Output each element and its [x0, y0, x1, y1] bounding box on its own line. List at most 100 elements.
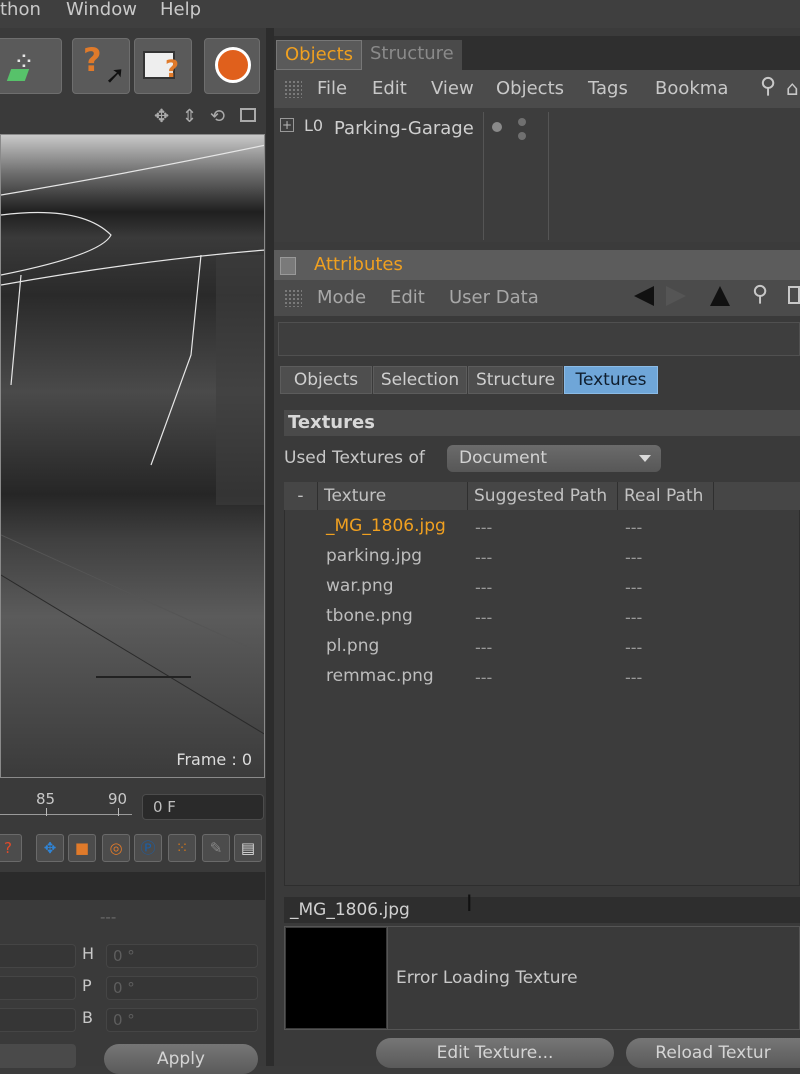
objects-menu-bar: File Edit View Objects Tags Bookma ⚲ ⌂ [274, 70, 800, 109]
frame-label: Frame : 0 [176, 750, 252, 769]
menu-edit[interactable]: Edit [390, 287, 425, 308]
menu-user-data[interactable]: User Data [449, 287, 539, 308]
coord-row-p: P 0 ° [0, 976, 265, 1002]
maximize-view-icon[interactable] [240, 108, 256, 122]
table-help-button[interactable]: ? [134, 38, 192, 94]
help-pointer-button[interactable]: ? ➚ [72, 38, 130, 94]
stop-icon[interactable]: ? [0, 834, 22, 862]
edit-texture-button[interactable]: Edit Texture... [376, 1038, 614, 1068]
coord-label: P [82, 976, 92, 995]
attributes-title: Attributes [314, 254, 403, 275]
brush-tool-icon[interactable]: ✎ [202, 834, 230, 862]
attributes-header: Attributes [274, 250, 800, 280]
selected-texture-field[interactable]: _MG_1806.jpg [284, 897, 800, 923]
rotate-tool-icon[interactable]: ◎ [102, 834, 130, 862]
texture-preview-image [286, 928, 386, 1028]
texture-name: parking.jpg [326, 546, 423, 566]
layer-null-icon: L0 [304, 116, 324, 135]
tab-structure[interactable]: Structure [362, 40, 462, 70]
column-collapse[interactable]: - [284, 482, 318, 510]
b-field[interactable]: 0 ° [106, 1008, 258, 1032]
attributes-menu-bar: Mode Edit User Data ⚲ [274, 280, 800, 317]
menu-bookmarks[interactable]: Bookma [655, 78, 728, 99]
cursor-icon: ➚ [105, 61, 126, 89]
forward-arrow-icon[interactable] [666, 286, 686, 306]
coord-field[interactable] [0, 1008, 76, 1032]
coord-field[interactable] [0, 944, 76, 968]
coord-row-b: B 0 ° [0, 1008, 265, 1034]
preview-divider [387, 926, 388, 1030]
object-list[interactable]: + L0 Parking-Garage [274, 108, 800, 242]
menu-view[interactable]: View [431, 78, 474, 99]
p-field[interactable]: 0 ° [106, 976, 258, 1000]
menu-help[interactable]: Help [160, 0, 201, 24]
texture-name: war.png [326, 576, 394, 596]
segment-objects[interactable]: Objects [280, 366, 372, 394]
grip-icon [284, 80, 302, 98]
editor-visibility-icon[interactable] [518, 118, 526, 126]
real-path: --- [625, 608, 643, 627]
suggested-path: --- [475, 548, 493, 567]
scale-tool-icon[interactable]: ■ [68, 834, 96, 862]
real-path: --- [625, 578, 643, 597]
back-arrow-icon[interactable] [634, 286, 654, 306]
param-tool-icon[interactable]: Ⓟ [134, 834, 162, 862]
expand-icon[interactable]: + [280, 118, 294, 132]
rotate-view-icon[interactable]: ⟲ [210, 106, 225, 127]
search-icon[interactable]: ⚲ [752, 282, 768, 307]
dropdown-value: Document [459, 448, 548, 468]
points-tool-icon[interactable]: ⁙ [168, 834, 196, 862]
menu-tags[interactable]: Tags [588, 78, 628, 99]
current-frame-field[interactable]: 0 F [142, 794, 264, 820]
menu-objects[interactable]: Objects [496, 78, 564, 99]
apply-button[interactable]: Apply [104, 1044, 258, 1074]
lock-icon[interactable] [788, 286, 800, 304]
browser-button[interactable] [204, 38, 260, 94]
segment-structure[interactable]: Structure [468, 366, 563, 394]
panel-divider[interactable] [266, 28, 274, 1066]
panel-lock-icon[interactable] [280, 257, 296, 275]
ruler-tick [118, 808, 119, 816]
visibility-dot-icon[interactable] [492, 122, 502, 132]
move-view-icon[interactable]: ✥ [154, 106, 169, 127]
search-icon[interactable]: ⚲ [760, 74, 776, 99]
menu-edit[interactable]: Edit [372, 78, 407, 99]
timeline-ruler[interactable]: 85 90 [0, 782, 140, 828]
segment-selection[interactable]: Selection [373, 366, 467, 394]
texture-name: tbone.png [326, 606, 413, 626]
globe-icon [215, 47, 251, 83]
column-suggested-path[interactable]: Suggested Path [468, 482, 618, 510]
render-visibility-icon[interactable] [518, 132, 526, 140]
coord-mode-select[interactable] [0, 1044, 76, 1068]
menu-file[interactable]: File [317, 78, 347, 99]
tab-objects[interactable]: Objects [276, 40, 363, 70]
coord-field[interactable] [0, 976, 76, 1000]
preview-error-message: Error Loading Texture [396, 968, 578, 988]
column-divider [483, 112, 484, 240]
3d-viewport[interactable]: Frame : 0 [0, 134, 265, 778]
up-arrow-icon[interactable] [710, 286, 730, 306]
spray-tool-button[interactable]: ⁘ [0, 38, 62, 94]
used-textures-dropdown[interactable]: Document [447, 445, 661, 472]
home-icon[interactable]: ⌂ [786, 76, 799, 100]
h-field[interactable]: 0 ° [106, 944, 258, 968]
real-path: --- [625, 518, 643, 537]
chevron-down-icon [639, 455, 651, 462]
texture-name: _MG_1806.jpg [326, 516, 446, 536]
suggested-path: --- [475, 668, 493, 687]
segment-textures[interactable]: Textures [564, 366, 658, 394]
question-icon: ? [83, 41, 102, 79]
menu-mode[interactable]: Mode [317, 287, 366, 308]
viewport-render [1, 144, 264, 735]
grip-icon [284, 289, 302, 307]
column-real-path[interactable]: Real Path [618, 482, 714, 510]
menu-window[interactable]: Window [66, 0, 137, 24]
object-name-parking-garage[interactable]: Parking-Garage [334, 118, 474, 139]
move-tool-icon[interactable]: ✥ [36, 834, 64, 862]
column-texture[interactable]: Texture [318, 482, 468, 510]
ruler-tick [46, 808, 47, 816]
menu-python[interactable]: thon [0, 0, 41, 24]
document-tool-icon[interactable]: ▤ [234, 834, 262, 862]
reload-texture-button[interactable]: Reload Textur [626, 1038, 800, 1068]
zoom-view-icon[interactable]: ⇕ [182, 106, 197, 127]
